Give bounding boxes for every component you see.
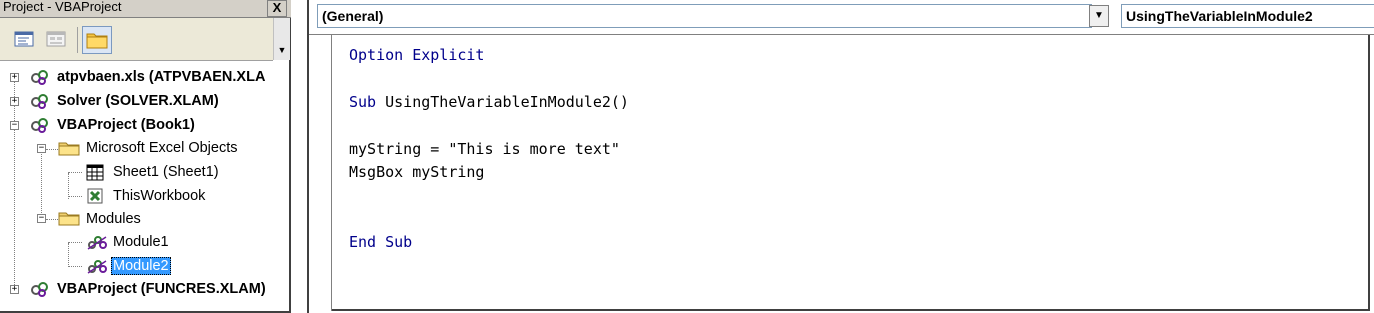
code-line: Option Explicit xyxy=(349,45,484,65)
code-text: UsingTheVariableInModule2() xyxy=(376,93,629,111)
workbook-icon xyxy=(86,187,104,210)
toolbar-scrollbar[interactable]: ▼ xyxy=(273,18,290,60)
toggle-folders-button[interactable] xyxy=(82,26,112,54)
tree-item-module1[interactable]: Module1 xyxy=(113,233,169,251)
code-text: myString = "This is more text" xyxy=(349,140,620,158)
splitter[interactable] xyxy=(291,0,307,313)
folder-icon xyxy=(58,140,80,161)
tree-connector xyxy=(46,149,58,150)
toolbar-separator xyxy=(77,27,78,53)
code-line: End Sub xyxy=(349,232,412,252)
tree-item-atpvbaen[interactable]: atpvbaen.xls (ATPVBAEN.XLA xyxy=(57,68,265,86)
code-keyword: End Sub xyxy=(349,233,413,251)
vba-project-icon xyxy=(30,280,50,303)
object-combo-value: (General) xyxy=(322,8,384,24)
module-icon xyxy=(86,257,108,280)
tree-item-sheet1[interactable]: Sheet1 (Sheet1) xyxy=(113,163,219,181)
tree-connector xyxy=(68,266,82,267)
tree-connector xyxy=(68,243,69,267)
close-button[interactable]: X xyxy=(267,0,287,17)
worksheet-icon xyxy=(86,164,104,186)
folder-icon xyxy=(86,33,108,49)
tree-item-thisworkbook[interactable]: ThisWorkbook xyxy=(113,187,205,205)
code-editor[interactable]: Option Explicit Sub UsingTheVariableInMo… xyxy=(332,35,1370,311)
procedure-combo-value: UsingTheVariableInModule2 xyxy=(1126,8,1313,24)
tree-connector xyxy=(68,242,82,243)
expand-button[interactable]: + xyxy=(10,97,19,106)
code-margin-indicator-bar[interactable] xyxy=(309,35,332,311)
code-line: Sub UsingTheVariableInModule2() xyxy=(349,92,629,112)
code-line: MsgBox myString xyxy=(349,162,484,182)
code-keyword: Sub xyxy=(349,93,377,111)
expand-button[interactable]: + xyxy=(10,73,19,82)
view-object-icon[interactable] xyxy=(45,28,67,50)
folder-icon xyxy=(58,210,80,231)
tree-connector xyxy=(68,196,82,197)
chevron-down-icon[interactable]: ▼ xyxy=(276,44,288,56)
project-tree: + atpvbaen.xls (ATPVBAEN.XLA + Solver (S… xyxy=(0,61,289,311)
code-text: MsgBox myString xyxy=(349,163,485,181)
vba-project-icon xyxy=(30,116,50,139)
project-pane-titlebar: Project - VBAProject X xyxy=(0,0,291,18)
collapse-button[interactable]: − xyxy=(37,214,46,223)
procedure-combo[interactable]: UsingTheVariableInModule2 xyxy=(1121,4,1374,28)
tree-connector xyxy=(46,219,58,220)
collapse-button[interactable]: − xyxy=(10,121,19,130)
project-explorer-pane: Project - VBAProject X ▼ + atpvbaen.xls … xyxy=(0,0,291,313)
project-toolbar xyxy=(0,18,273,61)
chevron-down-icon[interactable]: ▼ xyxy=(1089,5,1109,27)
vba-project-icon xyxy=(30,68,50,91)
tree-connector xyxy=(68,172,82,173)
tree-connector xyxy=(14,81,15,291)
tree-item-modules[interactable]: Modules xyxy=(86,210,141,228)
view-code-icon[interactable] xyxy=(13,28,35,50)
tree-item-module2[interactable]: Module2 xyxy=(111,257,171,275)
code-combo-bar: (General) ▼ UsingTheVariableInModule2 xyxy=(309,0,1374,35)
tree-item-excel-objects[interactable]: Microsoft Excel Objects xyxy=(86,139,238,157)
module-icon xyxy=(86,233,108,256)
tree-item-vbaproject-book1[interactable]: VBAProject (Book1) xyxy=(57,116,195,134)
tree-item-solver[interactable]: Solver (SOLVER.XLAM) xyxy=(57,92,219,110)
tree-item-funcres[interactable]: VBAProject (FUNCRES.XLAM) xyxy=(57,280,266,298)
object-combo[interactable]: (General) xyxy=(317,4,1092,28)
code-line: myString = "This is more text" xyxy=(349,139,620,159)
expand-button[interactable]: + xyxy=(10,285,19,294)
vba-project-icon xyxy=(30,92,50,115)
code-keyword: Option Explicit xyxy=(349,46,485,64)
collapse-button[interactable]: − xyxy=(37,144,46,153)
tree-connector xyxy=(41,149,42,221)
project-pane-title: Project - VBAProject xyxy=(3,0,122,14)
